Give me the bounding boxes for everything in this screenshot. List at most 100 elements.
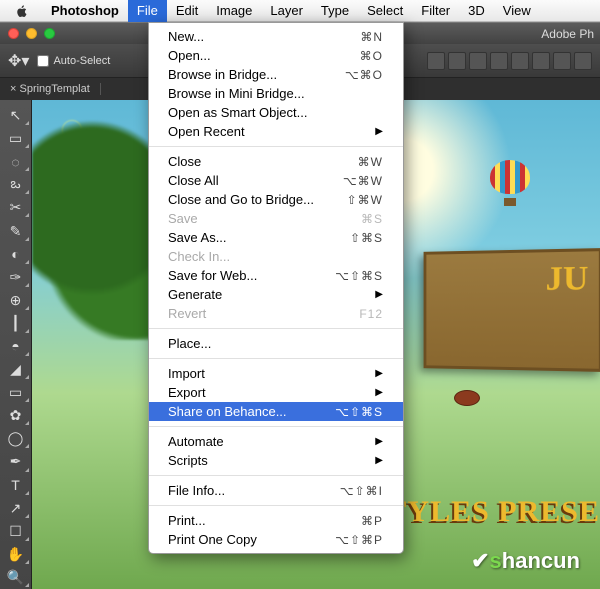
menu-item-label: Browse in Mini Bridge... [168,86,305,101]
align-btn[interactable] [532,52,550,70]
align-btn[interactable] [448,52,466,70]
auto-select-label: Auto-Select [53,55,110,67]
tool-2[interactable]: ◌ [0,150,31,173]
tool-12[interactable]: ▭ [0,381,31,404]
align-btn[interactable] [490,52,508,70]
tool-7[interactable]: ✑ [0,266,31,289]
auto-select-checkbox[interactable]: Auto-Select [37,55,110,67]
shortcut: ⌘W [358,155,383,169]
menu-item-label: Open... [168,48,211,63]
tool-11[interactable]: ◢ [0,358,31,381]
menu-item-label: Close All [168,173,219,188]
menu-layer[interactable]: Layer [261,0,312,22]
menu-select[interactable]: Select [358,0,412,22]
menu-3d[interactable]: 3D [459,0,494,22]
menu-item-label: Close [168,154,201,169]
menu-item-label: New... [168,29,204,44]
document-tab[interactable]: × SpringTemplat [0,83,101,95]
menu-view[interactable]: View [494,0,540,22]
shortcut: F12 [359,307,383,321]
shortcut: ⌥⇧⌘I [340,484,383,498]
menu-file[interactable]: File [128,0,167,22]
menu-type[interactable]: Type [312,0,358,22]
menu-item-share-on-behance[interactable]: Share on Behance... ⌥⇧⌘S [149,402,403,421]
tool-5[interactable]: ✎ [0,219,31,242]
align-btn[interactable] [469,52,487,70]
shortcut: ⌥⇧⌘S [335,405,383,419]
align-btn[interactable] [511,52,529,70]
file-menu-dropdown: New...⌘NOpen...⌘OBrowse in Bridge...⌥⌘OB… [148,22,404,554]
system-menubar: Photoshop File Edit Image Layer Type Sel… [0,0,600,22]
menu-item-scripts[interactable]: Scripts▶ [149,451,403,470]
align-btn[interactable] [553,52,571,70]
football-icon [454,390,480,406]
menu-item-check-in: Check In... [149,247,403,266]
menu-filter[interactable]: Filter [412,0,459,22]
shortcut: ⌥⇧⌘P [335,533,383,547]
tool-15[interactable]: ✒ [0,450,31,473]
zoom-button[interactable] [44,28,55,39]
menu-item-browse-in-bridge[interactable]: Browse in Bridge...⌥⌘O [149,65,403,84]
apple-menu[interactable] [0,4,42,18]
menu-item-print-one-copy[interactable]: Print One Copy⌥⇧⌘P [149,530,403,549]
tool-6[interactable]: ◐ [0,243,31,266]
menu-item-label: Browse in Bridge... [168,67,277,82]
tool-17[interactable]: ↗ [0,497,31,520]
tool-1[interactable]: ▭ [0,127,31,150]
menu-item-label: Revert [168,306,206,321]
close-button[interactable] [8,28,19,39]
watermark: ✔shancun [471,548,580,574]
menu-item-close-and-go-to-bridge[interactable]: Close and Go to Bridge...⇧⌘W [149,190,403,209]
menu-item-label: Automate [168,434,224,449]
menu-item-print[interactable]: Print...⌘P [149,511,403,530]
menu-item-automate[interactable]: Automate ▶ [149,432,403,451]
menu-item-save-as[interactable]: Save As...⇧⌘S [149,228,403,247]
menu-item-place[interactable]: Place... [149,334,403,353]
tool-20[interactable]: 🔍 [0,566,31,589]
menu-item-label: Close and Go to Bridge... [168,192,314,207]
tool-13[interactable]: ✿ [0,404,31,427]
menu-item-new[interactable]: New... ⌘N [149,27,403,46]
menu-item-label: Save for Web... [168,268,257,283]
menu-item-generate[interactable]: Generate▶ [149,285,403,304]
tool-10[interactable]: ◓ [0,335,31,358]
menu-image[interactable]: Image [207,0,261,22]
menu-edit[interactable]: Edit [167,0,207,22]
menu-item-import[interactable]: Import▶ [149,364,403,383]
tool-14[interactable]: ◯ [0,427,31,450]
tool-4[interactable]: ✂ [0,196,31,219]
tools-panel: ↖▭◌ఒ✂✎◐✑⊕┃◓◢▭✿◯✒T↗☐✋🔍 [0,100,32,589]
move-tool-icon[interactable]: ✥▾ [8,51,29,71]
shortcut: ⌘N [360,30,383,44]
tool-18[interactable]: ☐ [0,520,31,543]
tool-16[interactable]: T [0,474,31,497]
submenu-arrow-icon: ▶ [375,126,383,137]
alignment-buttons [427,52,592,70]
submenu-arrow-icon: ▶ [375,289,383,300]
menu-item-close-all[interactable]: Close All⌥⌘W [149,171,403,190]
tool-3[interactable]: ఒ [0,173,31,196]
menu-item-export[interactable]: Export▶ [149,383,403,402]
align-btn[interactable] [427,52,445,70]
menu-item-save-for-web[interactable]: Save for Web... ⌥⇧⌘S [149,266,403,285]
menu-item-revert: Revert F12 [149,304,403,323]
align-btn[interactable] [574,52,592,70]
menu-item-browse-in-mini-bridge[interactable]: Browse in Mini Bridge... [149,84,403,103]
menu-app-name[interactable]: Photoshop [42,0,128,22]
menu-item-close[interactable]: Close ⌘W [149,152,403,171]
tool-19[interactable]: ✋ [0,543,31,566]
menu-item-open[interactable]: Open...⌘O [149,46,403,65]
menu-item-label: Share on Behance... [168,404,287,419]
tool-8[interactable]: ⊕ [0,289,31,312]
menu-item-file-info[interactable]: File Info...⌥⇧⌘I [149,481,403,500]
menu-item-open-as-smart-object[interactable]: Open as Smart Object... [149,103,403,122]
minimize-button[interactable] [26,28,37,39]
submenu-arrow-icon: ▶ [375,436,383,447]
menu-item-label: Export [168,385,206,400]
tool-9[interactable]: ┃ [0,312,31,335]
shortcut: ⌥⇧⌘S [335,269,383,283]
tool-0[interactable]: ↖ [0,104,31,127]
menu-item-open-recent[interactable]: Open Recent▶ [149,122,403,141]
menu-item-label: Place... [168,336,211,351]
menu-item-label: Check In... [168,249,230,264]
